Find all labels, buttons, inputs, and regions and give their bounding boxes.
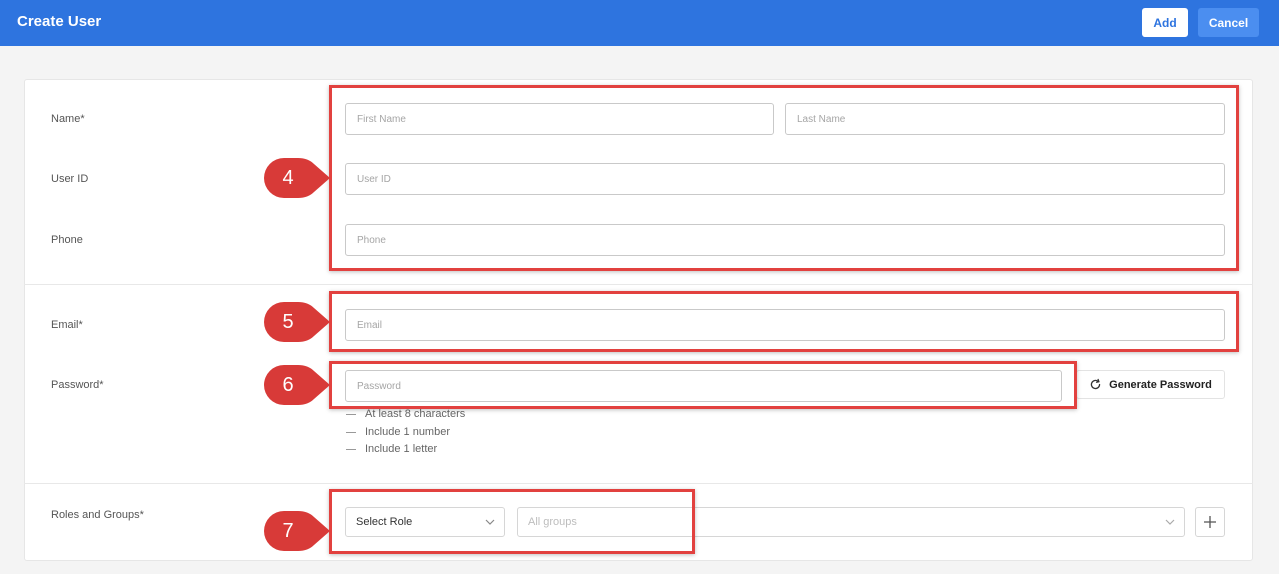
callout-marker: 4 <box>264 158 330 198</box>
last-name-input[interactable] <box>785 103 1225 135</box>
groups-select[interactable]: All groups <box>517 507 1185 537</box>
page-title: Create User <box>17 13 102 30</box>
password-input[interactable] <box>345 370 1062 402</box>
password-label: Password* <box>51 379 104 391</box>
role-select[interactable]: Select Role <box>345 507 505 537</box>
top-bar: Create User Add Cancel <box>0 0 1279 46</box>
phone-label: Phone <box>51 234 83 246</box>
callout-number: 6 <box>282 373 294 396</box>
callout-marker: 5 <box>264 302 330 342</box>
roles-groups-label: Roles and Groups* <box>51 509 144 521</box>
chevron-down-icon <box>485 519 495 525</box>
user-id-input[interactable] <box>345 163 1225 195</box>
section-divider <box>24 284 1253 285</box>
refresh-icon <box>1090 378 1101 390</box>
password-rule: Include 1 number <box>346 426 450 438</box>
password-rule: Include 1 letter <box>346 443 437 455</box>
callout-number: 4 <box>282 166 294 189</box>
phone-input[interactable] <box>345 224 1225 256</box>
groups-select-value: All groups <box>528 516 577 528</box>
first-name-input[interactable] <box>345 103 774 135</box>
callout-marker: 6 <box>264 365 330 405</box>
add-button[interactable]: Add <box>1142 8 1188 37</box>
cancel-button[interactable]: Cancel <box>1198 8 1259 37</box>
callout-marker: 7 <box>264 511 330 551</box>
email-input[interactable] <box>345 309 1225 341</box>
callout-number: 7 <box>282 519 294 542</box>
user-id-label: User ID <box>51 173 89 185</box>
email-label: Email* <box>51 319 83 331</box>
section-divider <box>24 483 1253 484</box>
name-label: Name* <box>51 113 85 125</box>
generate-password-button[interactable]: Generate Password <box>1076 370 1225 399</box>
add-role-button[interactable] <box>1195 507 1225 537</box>
chevron-down-icon <box>1165 519 1175 525</box>
callout-number: 5 <box>282 310 294 333</box>
role-select-value: Select Role <box>356 516 413 528</box>
password-rule: At least 8 characters <box>346 408 465 420</box>
generate-password-label: Generate Password <box>1109 378 1212 391</box>
plus-icon <box>1204 516 1216 528</box>
